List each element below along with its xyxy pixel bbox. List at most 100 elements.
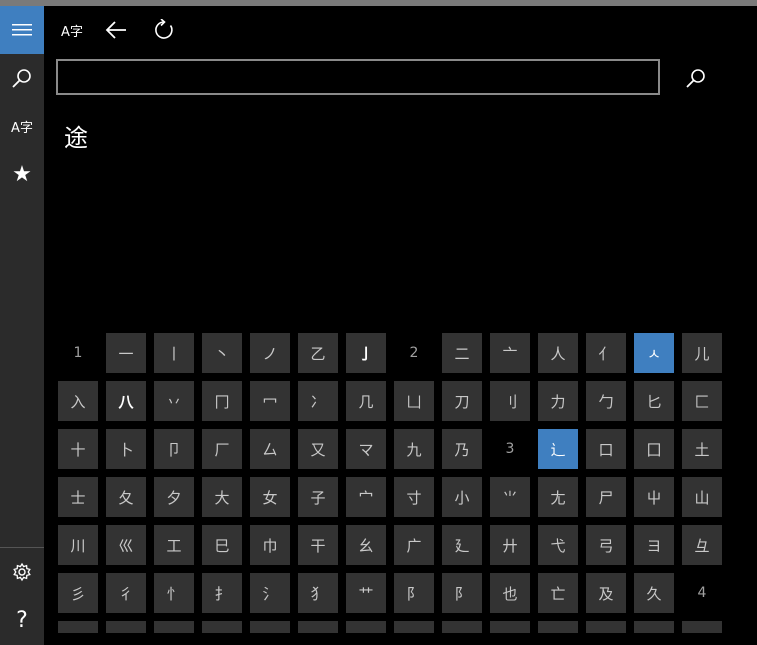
radical-button[interactable]: 儿 (682, 333, 722, 373)
radical-button[interactable]: 入 (58, 381, 98, 421)
radical-button[interactable]: 尸 (586, 477, 626, 517)
radical-button[interactable]: 冂 (202, 381, 242, 421)
radical-button[interactable] (634, 621, 674, 633)
radical-button[interactable]: 丷 (154, 381, 194, 421)
radical-button[interactable]: 乙 (298, 333, 338, 373)
radical-button[interactable] (586, 621, 626, 633)
radical-button[interactable] (154, 621, 194, 633)
rail-search-button[interactable] (0, 54, 44, 102)
radical-button[interactable]: ノ (250, 333, 290, 373)
radical-button[interactable]: 工 (154, 525, 194, 565)
radical-button[interactable]: 卜 (106, 429, 146, 469)
radical-button[interactable]: 久 (634, 573, 674, 613)
search-input[interactable] (56, 59, 660, 95)
radical-button[interactable]: 刂 (490, 381, 530, 421)
radical-button[interactable]: 卩 (154, 429, 194, 469)
radical-button[interactable]: 勹 (586, 381, 626, 421)
radical-button[interactable] (298, 621, 338, 633)
radical-button[interactable]: 也 (490, 573, 530, 613)
radical-button[interactable]: 亅 (346, 333, 386, 373)
radical-button[interactable]: 巾 (250, 525, 290, 565)
radical-button[interactable]: 力 (538, 381, 578, 421)
radical-button[interactable]: 及 (586, 573, 626, 613)
radical-button[interactable]: 女 (250, 477, 290, 517)
help-button[interactable]: ? (0, 596, 44, 644)
radical-button[interactable] (394, 621, 434, 633)
radical-button[interactable]: 川 (58, 525, 98, 565)
radical-button[interactable]: 寸 (394, 477, 434, 517)
radical-button[interactable]: 阝 (394, 573, 434, 613)
hamburger-menu-button[interactable] (0, 6, 44, 54)
radical-button[interactable]: 口 (586, 429, 626, 469)
radical-button[interactable]: 土 (682, 429, 722, 469)
radical-button[interactable]: 犭 (298, 573, 338, 613)
radical-button[interactable]: 囗 (634, 429, 674, 469)
radical-button[interactable]: ヨ (634, 525, 674, 565)
radical-button[interactable]: ㅅ (634, 333, 674, 373)
radical-button[interactable]: 厂 (202, 429, 242, 469)
radical-button[interactable]: 凵 (394, 381, 434, 421)
radical-button[interactable]: マ (346, 429, 386, 469)
radical-button[interactable] (58, 621, 98, 633)
radical-button[interactable]: 二 (442, 333, 482, 373)
radical-button[interactable]: 刀 (442, 381, 482, 421)
radical-button[interactable]: 冫 (298, 381, 338, 421)
radical-button[interactable]: 扌 (202, 573, 242, 613)
radical-button[interactable]: 几 (346, 381, 386, 421)
radical-button[interactable]: 阝 (442, 573, 482, 613)
radical-button[interactable]: 匚 (682, 381, 722, 421)
radical-button[interactable]: 广 (394, 525, 434, 565)
radical-button[interactable]: 弓 (586, 525, 626, 565)
radical-button[interactable]: 亡 (538, 573, 578, 613)
radical-button[interactable]: 又 (298, 429, 338, 469)
radical-button[interactable]: 士 (58, 477, 98, 517)
radical-button[interactable]: 干 (298, 525, 338, 565)
radical-button[interactable]: 弋 (538, 525, 578, 565)
radical-button[interactable] (250, 621, 290, 633)
radical-button[interactable]: 亠 (490, 333, 530, 373)
back-button[interactable] (96, 12, 136, 48)
radical-button[interactable]: 巳 (202, 525, 242, 565)
radical-button[interactable]: 小 (442, 477, 482, 517)
radical-button[interactable]: 丶 (202, 333, 242, 373)
radical-button[interactable] (202, 621, 242, 633)
radical-button[interactable] (106, 621, 146, 633)
radical-button[interactable]: 屮 (634, 477, 674, 517)
radical-button[interactable]: 廴 (442, 525, 482, 565)
radical-button[interactable]: ⺌ (490, 477, 530, 517)
radical-button[interactable]: 丨 (154, 333, 194, 373)
radical-button[interactable]: 宀 (346, 477, 386, 517)
radical-button[interactable] (346, 621, 386, 633)
radical-button[interactable]: 乃 (442, 429, 482, 469)
radical-button[interactable]: 九 (394, 429, 434, 469)
radical-button[interactable]: 匕 (634, 381, 674, 421)
radical-button[interactable]: 氵 (250, 573, 290, 613)
radical-button[interactable]: 辶 (538, 429, 578, 469)
radical-button[interactable] (442, 621, 482, 633)
radical-button[interactable]: 大 (202, 477, 242, 517)
radical-button[interactable]: 人 (538, 333, 578, 373)
radical-button[interactable]: 夕 (154, 477, 194, 517)
rail-character-lookup-button[interactable]: A字 (0, 102, 44, 150)
radical-button[interactable]: 山 (682, 477, 722, 517)
radical-button[interactable] (490, 621, 530, 633)
settings-button[interactable] (0, 548, 44, 596)
radical-button[interactable]: 巛 (106, 525, 146, 565)
radical-button[interactable]: 忄 (154, 573, 194, 613)
radical-button[interactable]: 厶 (250, 429, 290, 469)
radical-button[interactable]: 夂 (106, 477, 146, 517)
radical-button[interactable]: 子 (298, 477, 338, 517)
radical-button[interactable]: 廾 (490, 525, 530, 565)
result-character[interactable]: 途 (64, 118, 88, 153)
radical-button[interactable]: 八 (106, 381, 146, 421)
radical-button[interactable]: 一 (106, 333, 146, 373)
radical-button[interactable]: 尢 (538, 477, 578, 517)
search-button[interactable] (680, 59, 712, 97)
radical-button[interactable]: 幺 (346, 525, 386, 565)
radical-button[interactable]: 彳 (106, 573, 146, 613)
radical-button[interactable] (538, 621, 578, 633)
radical-button[interactable]: 冖 (250, 381, 290, 421)
rail-favorites-button[interactable]: ★ (0, 150, 44, 198)
radical-button[interactable]: 亻 (586, 333, 626, 373)
radical-button[interactable] (682, 621, 722, 633)
